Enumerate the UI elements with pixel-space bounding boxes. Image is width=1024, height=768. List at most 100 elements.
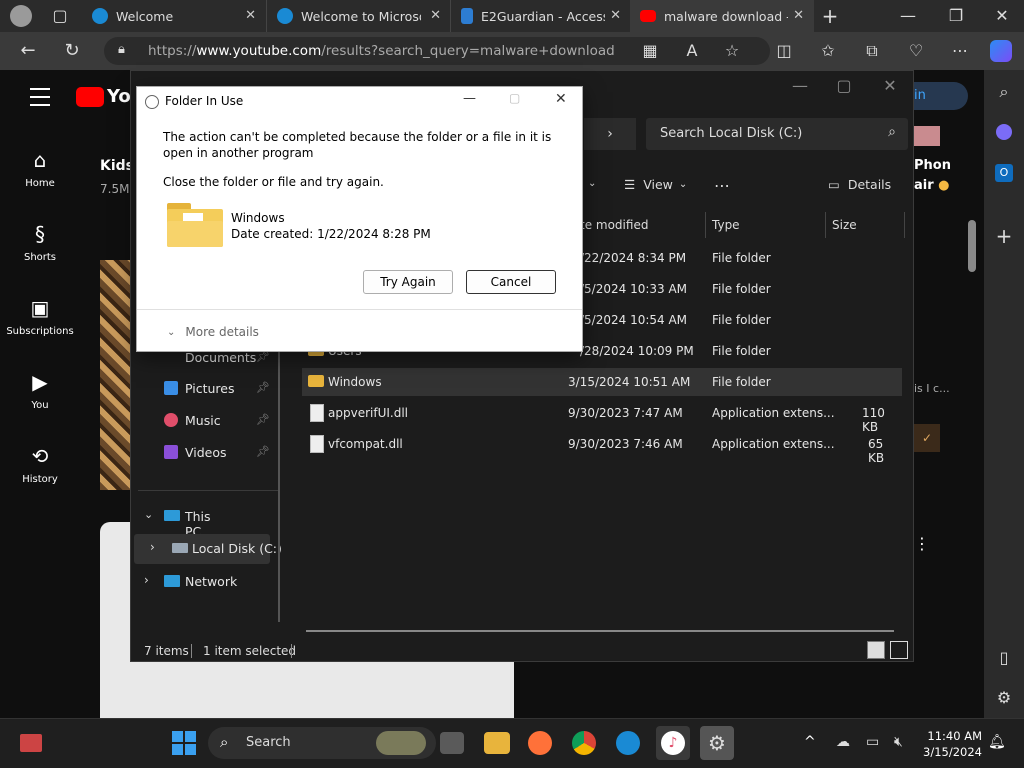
itunes-icon[interactable]: ♪ xyxy=(656,726,690,760)
this-pc-icon xyxy=(164,510,180,521)
column-header-type[interactable]: Type xyxy=(712,218,740,232)
explorer-maximize-icon[interactable]: ▢ xyxy=(830,72,858,100)
file-explorer-taskbar-icon[interactable] xyxy=(484,732,510,754)
nav-subscriptions[interactable]: ▣ Subscriptions xyxy=(0,296,80,337)
folder-in-use-dialog: Folder In Use — ▢ ✕ The action can't be … xyxy=(136,86,583,352)
explorer-search-box[interactable]: Search Local Disk (C:) ⌕ xyxy=(646,118,908,150)
network-tray-icon[interactable]: ☁ xyxy=(836,734,850,750)
dialog-close-icon[interactable]: ✕ xyxy=(555,91,567,107)
close-window-icon[interactable]: ✕ xyxy=(988,2,1016,30)
sign-in-button[interactable]: in xyxy=(914,82,968,110)
chrome-icon[interactable] xyxy=(572,731,596,755)
minimize-icon[interactable]: — xyxy=(894,2,922,30)
video-thumbnail[interactable] xyxy=(100,260,130,490)
tab-welcome-microsoft[interactable]: Welcome to Microsof ✕ xyxy=(266,0,451,32)
tiles-view-icon[interactable] xyxy=(890,641,908,659)
folder-icon xyxy=(308,375,324,387)
notification-bell-icon[interactable]: 🔔︎ xyxy=(988,734,1006,750)
split-screen-icon[interactable]: ◫ xyxy=(770,37,798,65)
close-tab-icon[interactable]: ✕ xyxy=(245,8,256,23)
sidebar-item-local-disk[interactable]: › Local Disk (C:) xyxy=(134,534,282,564)
widgets-icon[interactable] xyxy=(20,734,42,752)
close-tab-icon[interactable]: ✕ xyxy=(793,8,804,23)
close-tab-icon[interactable]: ✕ xyxy=(430,8,441,23)
favorites-icon[interactable]: ✩ xyxy=(814,37,842,65)
try-again-button[interactable]: Try Again xyxy=(363,270,453,294)
volume-muted-icon[interactable]: 🔇︎ xyxy=(894,734,903,750)
settings-taskbar-icon[interactable]: ⚙ xyxy=(700,726,734,760)
home-icon: ⌂ xyxy=(33,148,47,172)
dialog-item-date: Date created: 1/22/2024 8:28 PM xyxy=(231,227,431,241)
explorer-minimize-icon[interactable]: — xyxy=(786,72,814,100)
folder-icon xyxy=(167,203,223,247)
restore-icon[interactable]: ❐ xyxy=(942,2,970,30)
right-thumbnail[interactable] xyxy=(914,126,940,146)
table-row[interactable]: vfcompat.dll 9/30/2023 7:46 AM Applicati… xyxy=(302,430,902,465)
performance-icon[interactable]: ♡ xyxy=(902,37,930,65)
tab-actions-icon[interactable]: ▢ xyxy=(46,2,74,30)
favorite-star-icon[interactable]: ☆ xyxy=(718,37,746,65)
details-view-icon[interactable] xyxy=(867,641,885,659)
clock-time[interactable]: 11:40 AM xyxy=(926,729,982,743)
table-row-selected[interactable]: Windows 3/15/2024 10:51 AM File folder xyxy=(302,368,902,396)
new-tab-icon[interactable]: + xyxy=(816,2,844,30)
table-row[interactable]: appverifUI.dll 9/30/2023 7:47 AM Applica… xyxy=(302,399,902,434)
cancel-button[interactable]: Cancel xyxy=(466,270,556,294)
address-bar[interactable]: 🔒︎ https://www.youtube.com/results?searc… xyxy=(104,37,770,65)
settings-more-icon[interactable]: ⋯ xyxy=(946,37,974,65)
address-chevron[interactable]: › xyxy=(584,118,636,150)
sidebar-settings-icon[interactable]: ⚙ xyxy=(990,684,1018,712)
start-button[interactable] xyxy=(172,731,196,755)
tab-malware-download[interactable]: malware download - Y ✕ xyxy=(630,0,814,32)
profile-avatar[interactable] xyxy=(10,5,32,27)
hamburger-menu-icon[interactable] xyxy=(30,88,50,106)
display-tray-icon[interactable]: ▭ xyxy=(866,734,879,750)
tab-welcome[interactable]: Welcome ✕ xyxy=(82,0,266,32)
details-pane-button[interactable]: ▭ Details xyxy=(828,177,891,192)
firefox-icon[interactable] xyxy=(528,731,552,755)
more-options-button[interactable]: ⋯ xyxy=(714,176,730,195)
nav-shorts[interactable]: § Shorts xyxy=(0,222,80,263)
more-options-icon[interactable]: ⋮ xyxy=(914,534,930,553)
close-tab-icon[interactable]: ✕ xyxy=(610,8,621,23)
explorer-search-icon: ⌕ xyxy=(888,124,896,140)
dialog-minimize-icon[interactable]: — xyxy=(463,91,476,106)
horizontal-scrollbar[interactable] xyxy=(306,630,894,632)
sidebar-label: Documents xyxy=(185,350,257,365)
sort-dropdown-chevron[interactable]: ⌄ xyxy=(588,178,596,189)
copilot-icon[interactable] xyxy=(990,40,1012,62)
nav-you[interactable]: ▶ You xyxy=(0,370,80,411)
page-scrollbar[interactable] xyxy=(968,220,976,272)
back-icon[interactable]: ← xyxy=(14,37,42,65)
clock-date[interactable]: 3/15/2024 xyxy=(920,745,982,759)
row-type: File folder xyxy=(712,282,771,296)
youtube-play-icon xyxy=(76,86,104,107)
task-view-icon[interactable] xyxy=(440,732,464,754)
sidebar-toggle-icon[interactable]: ▯ xyxy=(990,644,1018,672)
app-available-icon[interactable]: ▦ xyxy=(636,37,664,65)
sidebar-scrollbar[interactable] xyxy=(278,340,280,622)
search-icon[interactable]: ⌕ xyxy=(990,78,1018,106)
edge-taskbar-icon[interactable] xyxy=(616,731,640,755)
row-date: 9/30/2023 7:46 AM xyxy=(568,437,683,451)
outlook-icon[interactable]: O xyxy=(995,164,1013,182)
show-hidden-icons-chevron[interactable]: ^ xyxy=(804,734,816,750)
refresh-icon[interactable]: ↻ xyxy=(58,37,86,65)
url-prefix: https:// xyxy=(148,43,197,59)
pin-icon: 📌︎ xyxy=(256,413,270,426)
status-item-count: 7 items xyxy=(144,644,189,658)
read-aloud-icon[interactable]: A xyxy=(678,37,706,65)
view-button[interactable]: ☰ View ⌄ xyxy=(624,177,687,192)
edge-sidebar: ⌕ O + ▯ ⚙ xyxy=(984,70,1024,718)
nav-history[interactable]: ⟲ History xyxy=(0,444,80,485)
add-sidebar-icon[interactable]: + xyxy=(990,222,1018,250)
more-details-toggle[interactable]: ⌄ More details xyxy=(167,325,259,339)
copilot-sidebar-icon[interactable] xyxy=(996,124,1012,140)
explorer-close-icon[interactable]: ✕ xyxy=(876,72,904,100)
taskbar-search[interactable]: ⌕ Search xyxy=(208,727,436,759)
collections-icon[interactable]: ⧉ xyxy=(858,37,886,65)
column-header-size[interactable]: Size xyxy=(832,218,857,232)
tab-e2guardian[interactable]: E2Guardian - Access D ✕ xyxy=(450,0,631,32)
nav-home[interactable]: ⌂ Home xyxy=(0,148,80,189)
column-header-date[interactable]: te modified xyxy=(580,218,648,232)
